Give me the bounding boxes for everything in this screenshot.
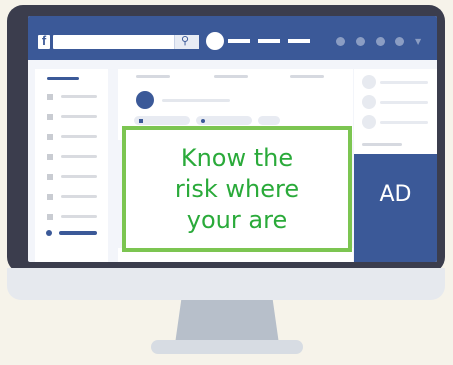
sidebar-item-icon bbox=[47, 214, 53, 220]
feed-tab-2[interactable] bbox=[214, 75, 248, 78]
contact-avatar bbox=[362, 115, 376, 129]
sidebar-item-2[interactable] bbox=[61, 115, 97, 118]
risk-callout-text: Know the risk where your are bbox=[174, 143, 300, 234]
sidebar-item-7[interactable] bbox=[61, 215, 97, 218]
search-icon: ⚲ bbox=[181, 34, 190, 47]
composer-option-more[interactable] bbox=[258, 116, 280, 125]
top-nav-bar: f ⚲ ▼ bbox=[28, 16, 437, 60]
sidebar-item-icon bbox=[47, 94, 53, 100]
search-button[interactable]: ⚲ bbox=[174, 34, 199, 49]
see-more-bullet-icon bbox=[46, 230, 52, 236]
nav-link-2[interactable] bbox=[258, 39, 280, 43]
profile-avatar[interactable] bbox=[206, 32, 224, 50]
notifications-icon[interactable] bbox=[376, 37, 385, 46]
risk-callout-box: Know the risk where your are bbox=[122, 126, 352, 252]
messages-icon[interactable] bbox=[356, 37, 365, 46]
ad-panel[interactable]: AD bbox=[354, 154, 437, 262]
sidebar-item-4[interactable] bbox=[61, 155, 97, 158]
sidebar-item-icon bbox=[47, 114, 53, 120]
sidebar-item-5[interactable] bbox=[61, 175, 97, 178]
contact-avatar bbox=[362, 95, 376, 109]
photo-icon bbox=[139, 119, 143, 123]
monitor-stand-base bbox=[151, 340, 303, 354]
sidebar-item-icon bbox=[47, 134, 53, 140]
facebook-logo-icon[interactable]: f bbox=[38, 33, 50, 49]
monitor-chin bbox=[7, 268, 445, 300]
sidebar-item-3[interactable] bbox=[61, 135, 97, 138]
left-sidebar bbox=[35, 69, 108, 262]
friend-requests-icon[interactable] bbox=[336, 37, 345, 46]
composer-avatar bbox=[136, 91, 154, 109]
sidebar-header bbox=[47, 77, 79, 80]
contact-item-3[interactable] bbox=[380, 121, 428, 124]
chevron-down-icon[interactable]: ▼ bbox=[415, 37, 421, 46]
sidebar-item-1[interactable] bbox=[61, 95, 97, 98]
sponsored-header bbox=[362, 143, 402, 146]
nav-link-3[interactable] bbox=[288, 39, 310, 43]
contact-avatar bbox=[362, 75, 376, 89]
help-icon[interactable] bbox=[395, 37, 404, 46]
screen: f ⚲ ▼ AD Know the risk where your are bbox=[28, 16, 437, 262]
ad-label: AD bbox=[379, 182, 412, 207]
feed-tab-1[interactable] bbox=[136, 75, 170, 78]
contact-item-1[interactable] bbox=[380, 81, 428, 84]
nav-link-1[interactable] bbox=[228, 39, 250, 43]
see-more-link[interactable] bbox=[59, 231, 97, 235]
sidebar-item-icon bbox=[47, 194, 53, 200]
contact-item-2[interactable] bbox=[380, 101, 428, 104]
tag-icon bbox=[201, 119, 205, 123]
sidebar-item-icon bbox=[47, 154, 53, 160]
feed-tab-3[interactable] bbox=[290, 75, 324, 78]
monitor-stand-neck bbox=[175, 300, 279, 344]
logo-glyph: f bbox=[41, 33, 47, 48]
composer-placeholder[interactable] bbox=[162, 99, 230, 102]
sidebar-item-icon bbox=[47, 174, 53, 180]
sidebar-item-6[interactable] bbox=[61, 195, 97, 198]
